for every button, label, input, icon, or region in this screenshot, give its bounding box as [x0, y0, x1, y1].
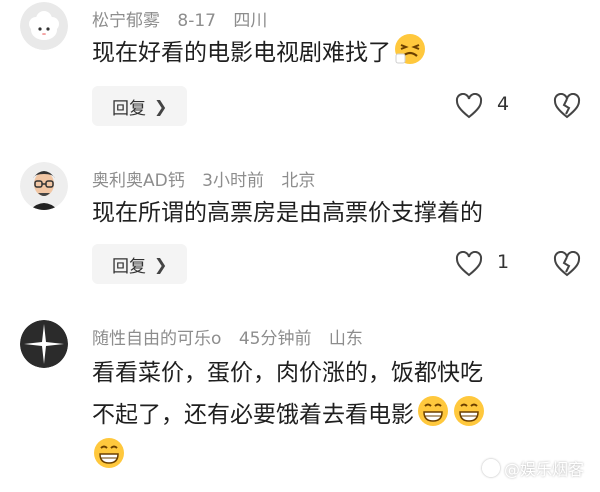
grinning-face-emoji — [94, 438, 124, 468]
heart-icon[interactable] — [455, 93, 483, 119]
watermark-logo-icon — [481, 459, 500, 477]
grinning-face-emoji — [418, 396, 448, 426]
reply-button[interactable]: 回复 ❯ — [92, 244, 187, 284]
watermark: @娱乐烟客 — [481, 456, 584, 480]
comment-location: 北京 — [281, 171, 316, 191]
comment-location: 山东 — [328, 329, 363, 349]
comment-text-line-2: 不起了，还有必要饿着去看电影 — [92, 394, 582, 436]
watermark-text: @娱乐烟客 — [503, 460, 584, 479]
reply-label: 回复 — [112, 98, 146, 119]
comment-meta: 奥利奥AD钙 3小时前 北京 — [92, 166, 327, 191]
comment-text-content: 现在好看的电影电视剧难找了 — [92, 40, 391, 66]
username[interactable]: 奥利奥AD钙 — [92, 171, 185, 191]
username[interactable]: 随性自由的可乐o — [92, 329, 221, 349]
comment-date: 8-17 — [177, 11, 216, 31]
chevron-right-icon: ❯ — [154, 254, 168, 274]
grinning-face-emoji — [454, 396, 484, 426]
comment-location: 四川 — [233, 11, 268, 31]
like-count: 1 — [497, 251, 510, 273]
heart-icon[interactable] — [455, 251, 483, 277]
comment-text-content: 不起了，还有必要饿着去看电影 — [92, 402, 414, 428]
weary-face-emoji — [395, 34, 425, 64]
avatar-sheep[interactable] — [20, 2, 68, 50]
comment-meta: 松宁郁雾 8-17 四川 — [92, 6, 279, 31]
comment-text: 现在好看的电影电视剧难找了 — [92, 32, 582, 74]
like-count: 4 — [497, 93, 510, 115]
comment-date: 3小时前 — [202, 171, 264, 191]
reply-button[interactable]: 回复 ❯ — [92, 86, 187, 126]
username[interactable]: 松宁郁雾 — [92, 11, 160, 31]
avatar-star[interactable] — [20, 320, 68, 368]
broken-heart-icon[interactable] — [553, 251, 581, 277]
broken-heart-icon[interactable] — [553, 93, 581, 119]
chevron-right-icon: ❯ — [154, 96, 168, 116]
comment-date: 45分钟前 — [238, 329, 312, 349]
avatar-glasses-man[interactable] — [20, 162, 68, 210]
comment-text-content: 现在所谓的高票房是由高票价支撑着的 — [92, 200, 483, 226]
comment-text-line: 看看菜价，蛋价，肉价涨的，饭都快吃 — [92, 360, 483, 386]
comment-text: 现在所谓的高票房是由高票价支撑着的 — [92, 192, 582, 234]
reply-label: 回复 — [112, 256, 146, 277]
comment-meta: 随性自由的可乐o 45分钟前 山东 — [92, 324, 375, 349]
